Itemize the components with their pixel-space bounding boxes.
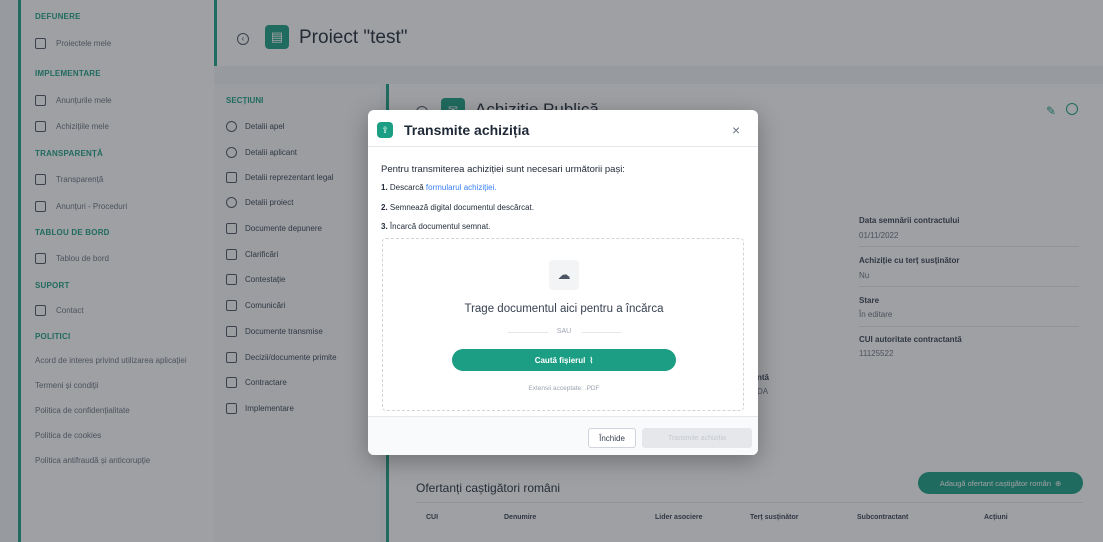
close-button[interactable]: Închide [588,428,636,448]
submit-button[interactable]: Transmite achiziția [642,428,752,448]
drop-zone[interactable]: ☁ Trage documentul aici pentru a încărca… [382,238,744,411]
drop-text: Trage documentul aici pentru a încărca [464,303,664,315]
document-upload-icon: ⇪ [377,122,393,138]
modal-title: Transmite achiziția [404,122,530,138]
or-text: SAU [556,328,572,335]
step-1: 1. Descarcă formularul achiziției. [381,183,497,192]
step-3: 3. Încarcă documentul semnat. [381,222,491,231]
cloud-upload-icon: ☁ [549,260,579,290]
close-icon[interactable]: × [732,122,740,138]
download-form-link[interactable]: formularul achiziției. [426,183,497,192]
paperclip-icon: ⌇ [589,355,594,365]
modal-footer: Închide Transmite achiziția [368,416,758,455]
submit-acquisition-modal: ⇪ Transmite achiziția × Pentru transmite… [368,110,758,455]
browse-file-button[interactable]: Caută fișierul ⌇ [452,349,676,371]
modal-intro: Pentru transmiterea achiziției sunt nece… [381,164,625,175]
divider [582,332,622,333]
step-2: 2. Semnează digital documentul descărcat… [381,203,534,212]
accepted-extensions: Extensii acceptate: .PDF [528,385,600,392]
divider [368,146,758,147]
